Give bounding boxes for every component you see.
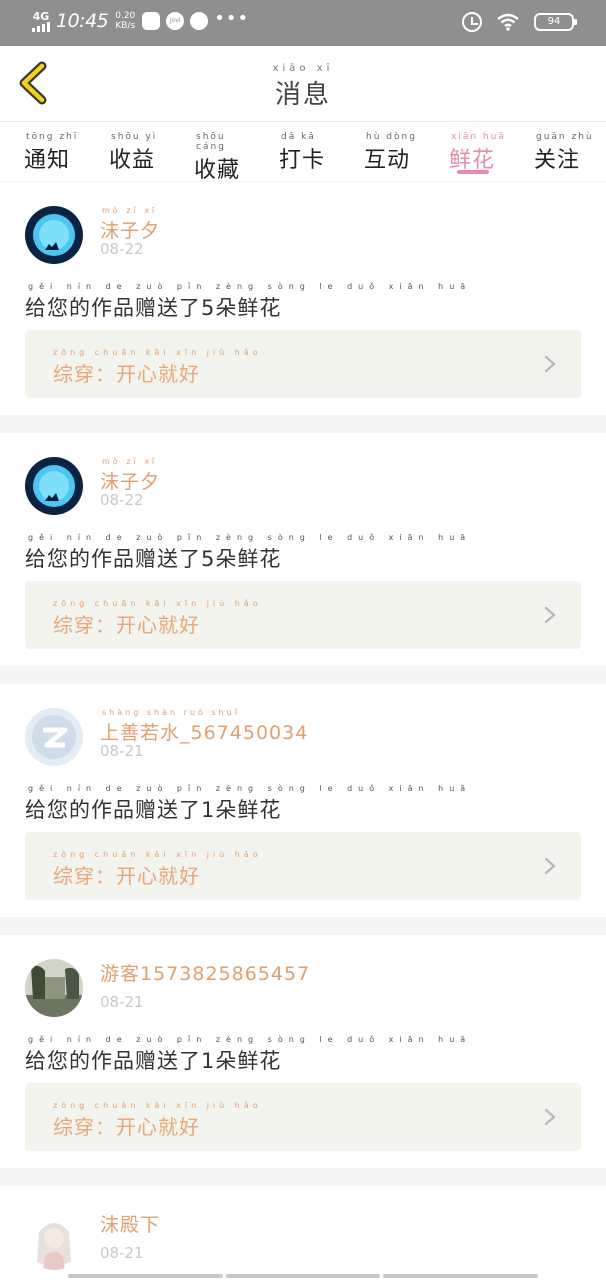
avatar[interactable] <box>25 708 83 766</box>
chevron-right-icon <box>544 1108 556 1126</box>
chevron-right-icon <box>544 606 556 624</box>
message-date: 08-21 <box>100 742 144 760</box>
wifi-icon <box>497 13 519 31</box>
moon-avatar-image <box>25 457 83 515</box>
tab-interaction[interactable]: hù dòng 互动 <box>364 122 424 181</box>
chevron-right-icon <box>544 857 556 875</box>
page-title: xiāo xī 消息 <box>272 63 334 111</box>
username[interactable]: 沫殿下 <box>100 1210 160 1237</box>
tab-favorites[interactable]: shōu cáng 收藏 <box>194 122 254 183</box>
message-item: shàng shàn ruò shuǐ 上善若水_567450034 08-21… <box>0 684 606 917</box>
message-item: mò zǐ xī 沫子夕 08-22 gěi nín de zuò pǐn zè… <box>0 433 606 666</box>
tab-bar: tōng zhī 通知 shōu yì 收益 shōu cáng 收藏 dǎ k… <box>0 121 606 183</box>
network-speed: 0.20 KB/s <box>115 11 136 31</box>
active-tab-indicator <box>457 170 489 174</box>
username[interactable]: 游客15738258654​57 <box>100 959 310 986</box>
work-link[interactable]: zōng chuān kāi xīn jiù hǎo 综穿：开心就好 <box>25 832 581 900</box>
status-bar: 4G 10:45 0.20 KB/s Jovi ••• 94 <box>0 0 606 46</box>
avatar[interactable] <box>25 959 83 1017</box>
message-content: gěi nín de zuò pǐn zèng sòng le duǒ xiān… <box>25 784 472 822</box>
header: xiāo xī 消息 <box>0 46 606 121</box>
work-title: 综穿：开心就好 <box>53 362 200 386</box>
scroll-indicator <box>0 1274 606 1280</box>
avatar[interactable] <box>25 457 83 515</box>
clock: 10:45 <box>56 10 109 32</box>
message-date: 08-22 <box>100 491 144 509</box>
work-title: 综穿：开心就好 <box>53 864 200 888</box>
avatar[interactable] <box>25 1212 83 1270</box>
jovi-icon: Jovi <box>166 12 185 30</box>
work-title: 综穿：开心就好 <box>53 1115 200 1139</box>
message-app-icon <box>142 12 161 30</box>
message-content: gěi nín de zuò pǐn zèng sòng le duǒ xiān… <box>25 282 472 320</box>
message-date: 08-22 <box>100 240 144 258</box>
cellular-signal-icon: 4G <box>32 11 50 32</box>
message-item: 游客15738258654​57 08-21 gěi nín de zuò pǐ… <box>0 935 606 1168</box>
default-avatar-image <box>25 708 83 766</box>
username[interactable]: mò zǐ xī 沫子夕 <box>100 206 160 243</box>
moon-avatar-image <box>25 206 83 264</box>
tab-notifications[interactable]: tōng zhī 通知 <box>24 122 84 181</box>
work-title: 综穿：开心就好 <box>53 613 200 637</box>
message-content: gěi nín de zuò pǐn zèng sòng le duǒ xiān… <box>25 533 472 571</box>
username[interactable]: shàng shàn ruò shuǐ 上善若水_567450034 <box>100 708 308 745</box>
landscape-avatar-image <box>25 959 83 1017</box>
tab-earnings[interactable]: shōu yì 收益 <box>109 122 169 181</box>
more-notifications-icon: ••• <box>214 7 250 29</box>
message-date: 08-21 <box>100 993 144 1011</box>
alarm-icon <box>462 12 482 32</box>
tab-following[interactable]: guān zhù 关注 <box>534 122 594 181</box>
anime-girl-avatar-image <box>25 1212 83 1270</box>
work-link[interactable]: zōng chuān kāi xīn jiù hǎo 综穿：开心就好 <box>25 1083 581 1151</box>
chat-app-icon <box>190 12 209 30</box>
message-date: 08-21 <box>100 1244 144 1262</box>
tab-flowers[interactable]: xiān huā 鲜花 <box>449 122 509 181</box>
work-link[interactable]: zōng chuān kāi xīn jiù hǎo 综穿：开心就好 <box>25 581 581 649</box>
work-link[interactable]: zōng chuān kāi xīn jiù hǎo 综穿：开心就好 <box>25 330 581 398</box>
avatar[interactable] <box>25 206 83 264</box>
chevron-right-icon <box>544 355 556 373</box>
message-content: gěi nín de zuò pǐn zèng sòng le duǒ xiān… <box>25 1035 472 1073</box>
message-item: mò zǐ xī 沫子夕 08-22 gěi nín de zuò pǐn zè… <box>0 182 606 415</box>
network-type: 4G <box>32 9 50 23</box>
username[interactable]: mò zǐ xī 沫子夕 <box>100 457 160 494</box>
tab-checkin[interactable]: dǎ kǎ 打卡 <box>279 122 339 181</box>
message-item: 沫殿下 08-21 <box>0 1186 606 1280</box>
battery-icon: 94 <box>534 13 577 31</box>
